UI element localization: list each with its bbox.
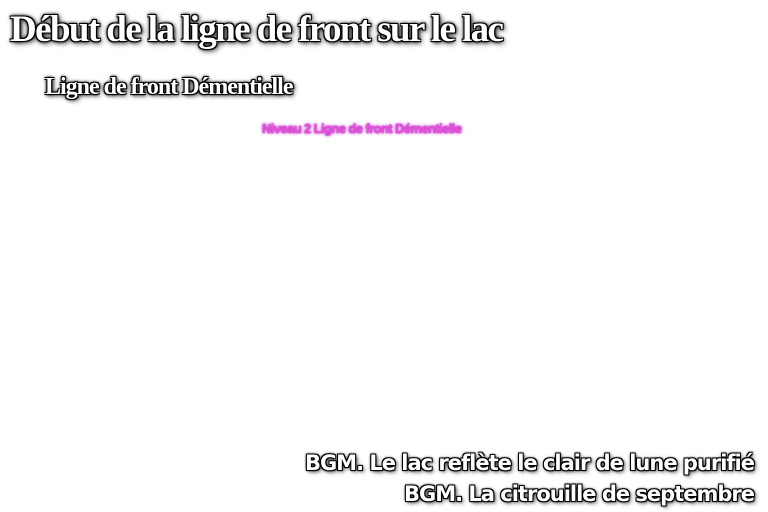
stage-title: Début de la ligne de front sur le lac [10,9,504,50]
stage-level-caption: Niveau 2 Ligne de front Démentielle [262,121,462,136]
bgm-notice: BGM. Le lac reflète le clair de lune pur… [304,448,755,510]
bgm-track-2: BGM. La citrouille de septembre [403,482,755,506]
stage-subtitle: Ligne de front Démentielle [45,74,294,100]
bgm-track-1: BGM. Le lac reflète le clair de lune pur… [304,451,755,475]
game-screen: Début de la ligne de front sur le lac Li… [0,0,768,512]
